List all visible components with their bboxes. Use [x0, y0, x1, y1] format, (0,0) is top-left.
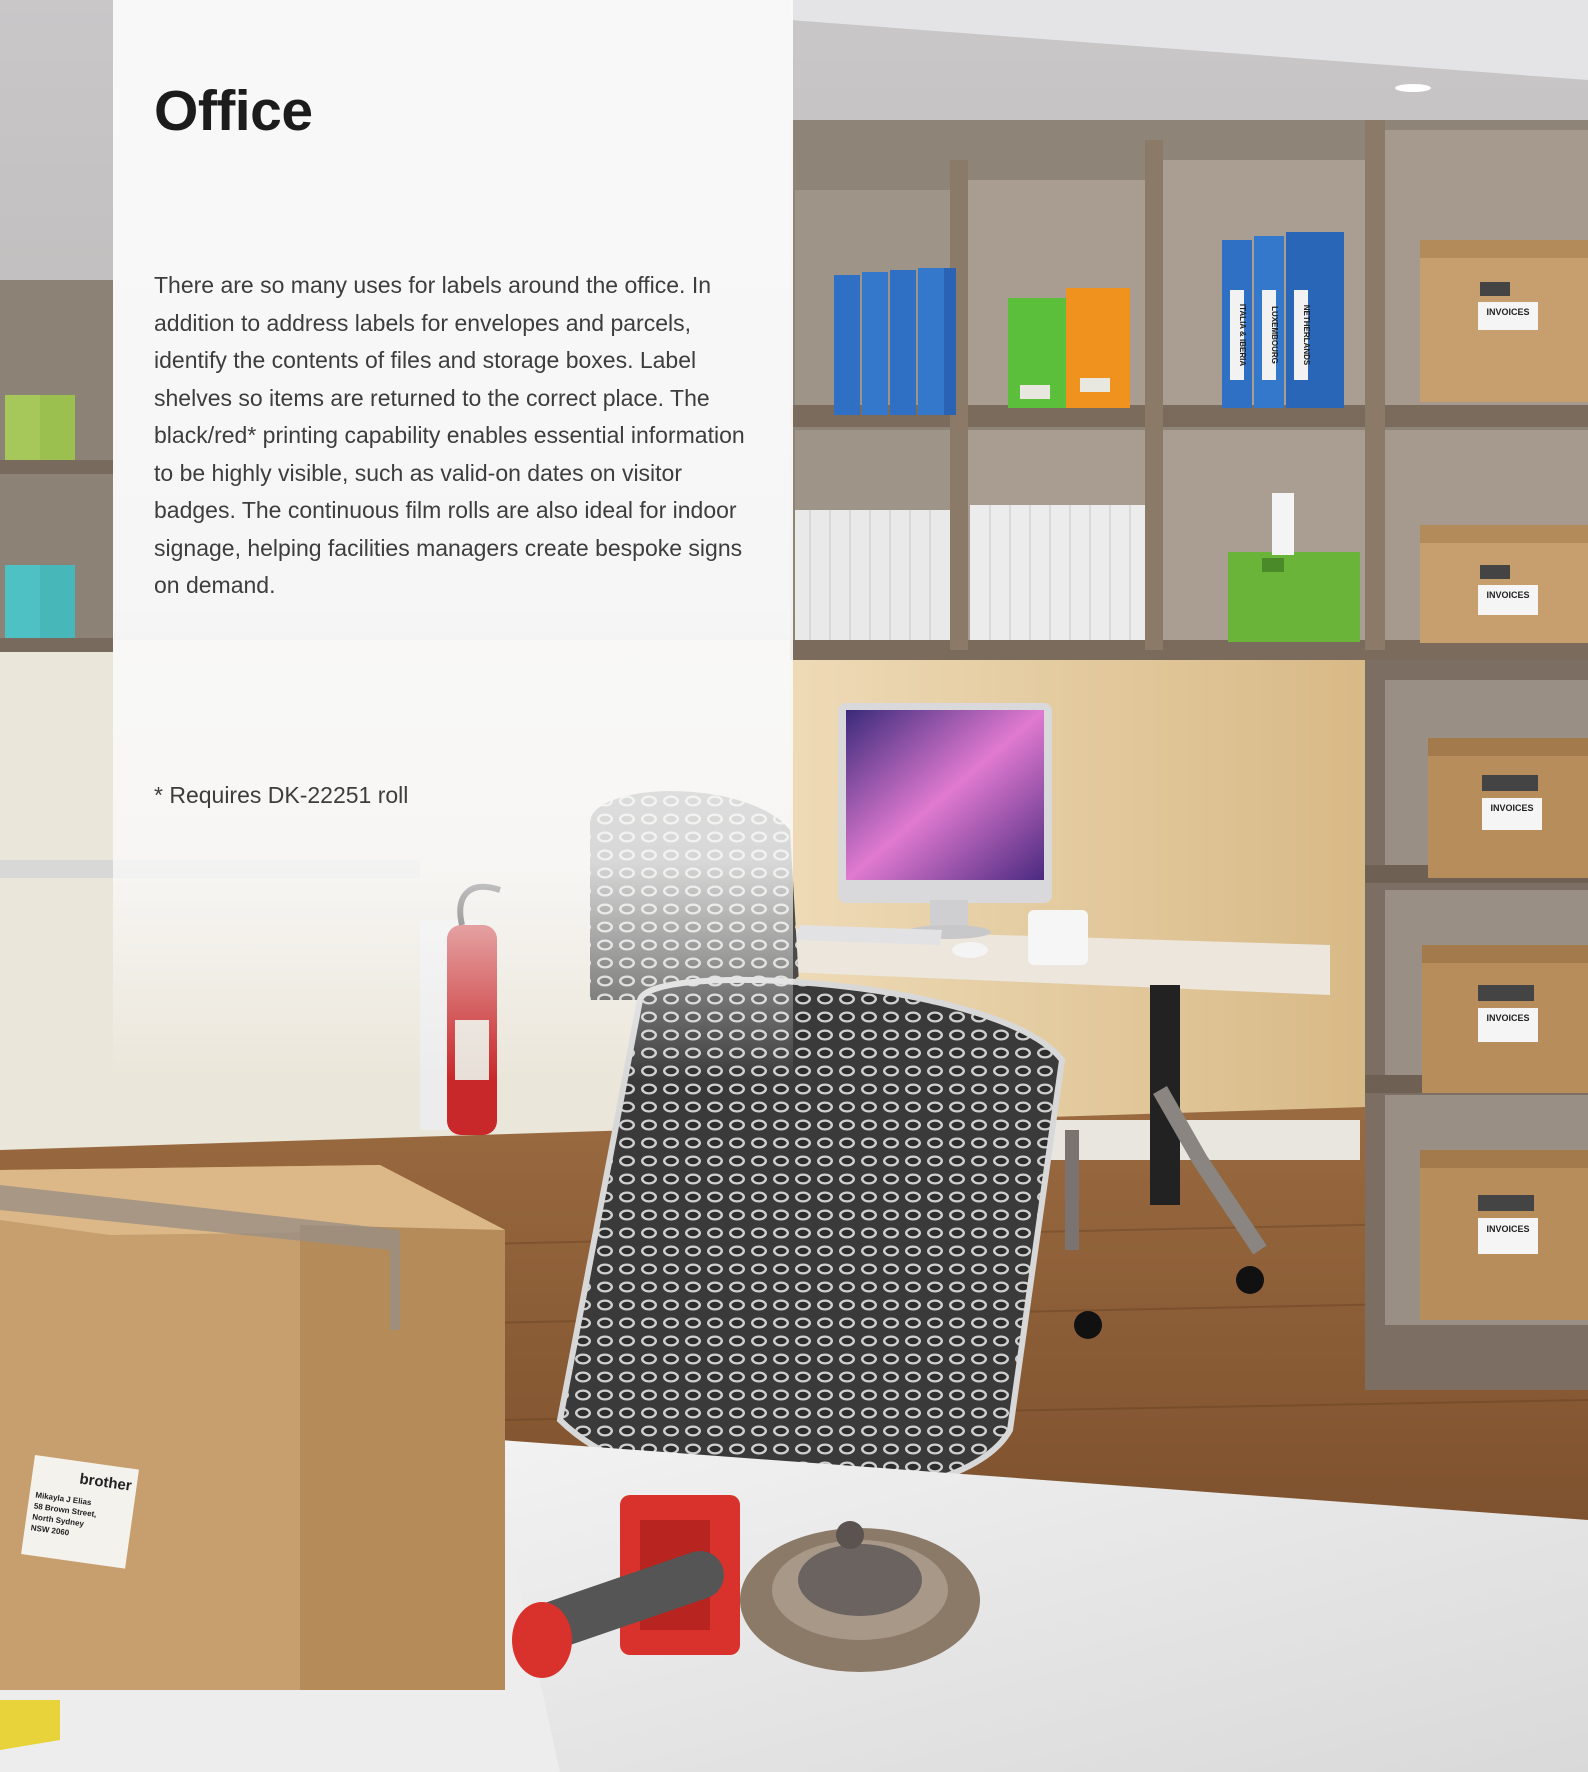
side-cabinet: INVOICES INVOICES INVOICES [1365, 660, 1588, 1390]
box-label: INVOICES [1490, 803, 1533, 813]
binder-label: ITALIA & IBERIA [1238, 304, 1247, 366]
binders-labelled: ITALIA & IBERIA LUXEMBOURG NETHERLANDS [1222, 232, 1344, 408]
binder-label: NETHERLANDS [1302, 305, 1311, 366]
box-label: INVOICES [1486, 1224, 1529, 1234]
left-shelving [0, 280, 113, 652]
binder-label: LUXEMBOURG [1270, 306, 1279, 364]
box-label: INVOICES [1486, 590, 1529, 600]
shipping-label: brother Mikayla J Elias 58 Brown Street,… [21, 1455, 139, 1569]
box-label: INVOICES [1486, 1013, 1529, 1023]
binders-left [834, 268, 956, 415]
footnote: * Requires DK-22251 roll [154, 782, 409, 808]
box-label: INVOICES [1486, 307, 1529, 317]
cardboard-box: brother Mikayla J Elias 58 Brown Street,… [0, 1165, 505, 1690]
body-paragraph: There are so many uses for labels around… [154, 272, 745, 598]
page-title: Office [154, 79, 313, 143]
